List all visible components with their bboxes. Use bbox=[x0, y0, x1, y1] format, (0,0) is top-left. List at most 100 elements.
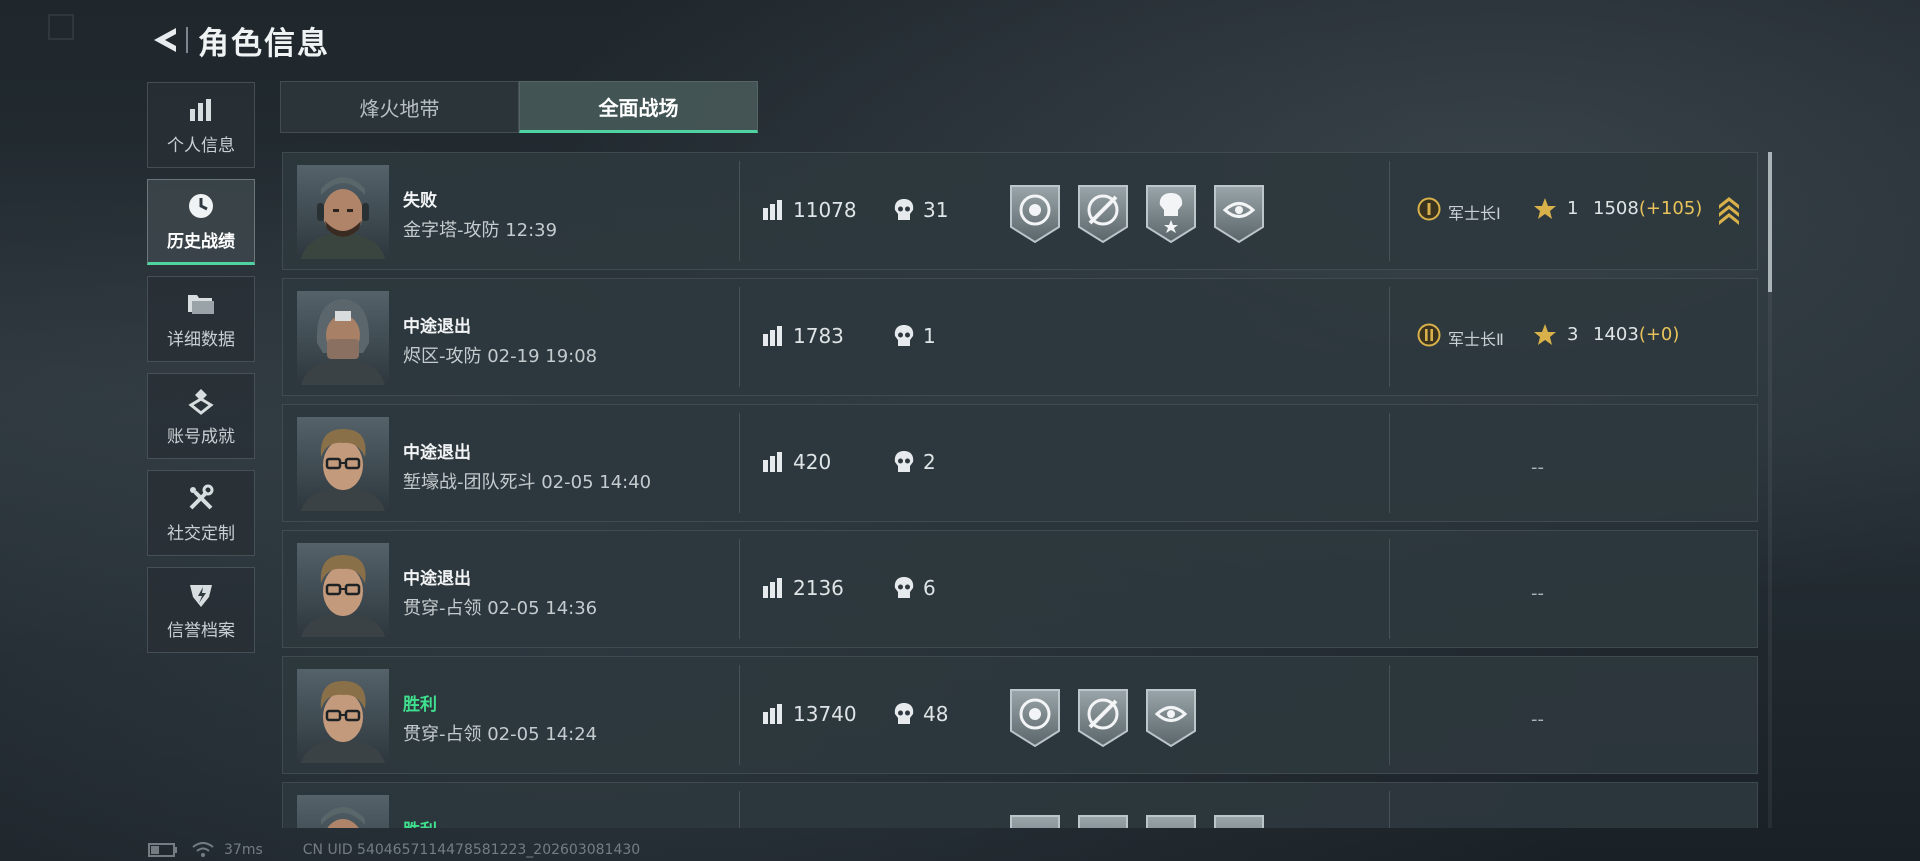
match-row[interactable]: 中途退出 烬区-攻防 02-19 19:08 1783 1 军士长Ⅱ 3 140… bbox=[282, 278, 1758, 396]
match-map-time: 金字塔-攻防 12:39 bbox=[403, 220, 558, 241]
masked-soldier-avatar-icon bbox=[297, 291, 389, 385]
match-result: 胜利 bbox=[403, 816, 437, 828]
soldier-headset-avatar-icon bbox=[297, 795, 389, 828]
medal-list bbox=[1008, 813, 1280, 828]
rank-empty-placeholder: -- bbox=[1531, 583, 1544, 604]
row-divider bbox=[1389, 287, 1390, 387]
target-skull-medal-icon bbox=[1010, 689, 1060, 748]
skull-icon bbox=[894, 703, 914, 724]
soldier-headset-avatar-icon bbox=[297, 165, 389, 259]
row-divider bbox=[1389, 413, 1390, 513]
match-result: 失败 bbox=[403, 191, 437, 211]
wifi-icon bbox=[192, 842, 214, 857]
kill-count: 2 bbox=[923, 450, 936, 474]
kill-count: 31 bbox=[923, 198, 949, 222]
score-value: 420 bbox=[793, 450, 832, 474]
glasses-soldier-avatar-icon bbox=[297, 669, 389, 763]
star-icon bbox=[1534, 198, 1556, 219]
match-row[interactable]: 胜利 bbox=[282, 782, 1758, 828]
sidebar-item-label: 账号成就 bbox=[167, 426, 235, 447]
rating-value: 1508 bbox=[1593, 198, 1639, 219]
score-icon bbox=[763, 326, 782, 346]
medal-list bbox=[1008, 687, 1212, 749]
skull-star-medal-icon bbox=[1146, 185, 1196, 244]
sidebar-item-reputation[interactable]: 信誉档案 bbox=[147, 567, 255, 653]
row-divider bbox=[1389, 539, 1390, 639]
match-row[interactable]: 胜利 贯穿-占领 02-05 14:24 13740 48 -- bbox=[282, 656, 1758, 774]
skull-icon bbox=[894, 199, 914, 220]
match-map-time: 烬区-攻防 02-19 19:08 bbox=[403, 346, 598, 367]
star-icon bbox=[1534, 324, 1556, 345]
row-divider bbox=[1389, 791, 1390, 828]
avatar bbox=[297, 669, 389, 763]
match-history-list: 失败 金字塔-攻防 12:39 11078 31 军士长Ⅰ 1 1508(+10… bbox=[282, 152, 1758, 828]
skull-star-medal-icon bbox=[1146, 815, 1196, 828]
bar-chart-icon bbox=[190, 98, 211, 121]
glasses-soldier-avatar-icon bbox=[297, 417, 389, 511]
back-arrow-icon bbox=[154, 28, 176, 52]
rank-two-icon bbox=[1417, 323, 1441, 347]
sidebar-item-history[interactable]: 历史战绩 bbox=[147, 179, 255, 265]
list-scrollbar[interactable] bbox=[1768, 152, 1772, 828]
match-row[interactable]: 中途退出 贯穿-占领 02-05 14:36 2136 6 -- bbox=[282, 530, 1758, 648]
match-map-time: 贯穿-占领 02-05 14:36 bbox=[403, 598, 598, 619]
sidebar-item-personal-info[interactable]: 个人信息 bbox=[147, 82, 255, 168]
avatar bbox=[297, 417, 389, 511]
clock-icon bbox=[189, 193, 213, 218]
match-map-time: 堑壕战-团队死斗 02-05 14:40 bbox=[403, 472, 652, 493]
rank-up-chevron-icon bbox=[1719, 197, 1739, 225]
sidebar-item-label: 详细数据 bbox=[167, 329, 235, 350]
sidebar-item-social[interactable]: 社交定制 bbox=[147, 470, 255, 556]
row-divider bbox=[1389, 665, 1390, 765]
target-skull-medal-icon bbox=[1010, 185, 1060, 244]
rank-name: 军士长Ⅱ bbox=[1448, 330, 1504, 349]
folder-icon bbox=[188, 294, 214, 314]
rating-value: 1403 bbox=[1593, 324, 1639, 345]
rating-delta: (+105) bbox=[1638, 198, 1703, 219]
skull-icon bbox=[894, 325, 914, 346]
tab-hazard-zone[interactable]: 烽火地带 bbox=[280, 81, 519, 133]
match-result: 中途退出 bbox=[403, 443, 471, 463]
sidebar-item-achievements[interactable]: 账号成就 bbox=[147, 373, 255, 459]
rank-empty-placeholder: -- bbox=[1531, 457, 1544, 478]
score-value: 1783 bbox=[793, 324, 844, 348]
target-skull-medal-icon bbox=[1010, 815, 1060, 828]
avatar bbox=[297, 165, 389, 259]
crosshair-rifle-medal-icon bbox=[1078, 689, 1128, 748]
achievement-icon bbox=[188, 388, 214, 415]
row-divider bbox=[1389, 161, 1390, 261]
row-divider bbox=[739, 287, 740, 387]
score-icon bbox=[763, 578, 782, 598]
skull-icon bbox=[894, 451, 914, 472]
glasses-soldier-avatar-icon bbox=[297, 543, 389, 637]
score-value: 13740 bbox=[793, 702, 857, 726]
sidebar-item-label: 个人信息 bbox=[167, 135, 235, 156]
sidebar-item-detailed-data[interactable]: 详细数据 bbox=[147, 276, 255, 362]
sidebar-item-label: 历史战绩 bbox=[167, 231, 235, 252]
kill-count: 1 bbox=[923, 324, 936, 348]
row-divider bbox=[739, 665, 740, 765]
sidebar-item-label: 信誉档案 bbox=[167, 620, 235, 641]
crosshair-rifle-medal-icon bbox=[1078, 185, 1128, 244]
back-button[interactable] bbox=[148, 20, 182, 60]
uid-text: CN UID 5404657114478581223_202603081430 bbox=[302, 842, 641, 858]
match-row[interactable]: 中途退出 堑壕战-团队死斗 02-05 14:40 420 2 -- bbox=[282, 404, 1758, 522]
rank-rating: 1403(+0) bbox=[1593, 324, 1679, 345]
score-icon bbox=[763, 452, 782, 472]
tab-all-out-warfare[interactable]: 全面战场 bbox=[519, 81, 758, 133]
page-title: 角色信息 bbox=[198, 25, 330, 62]
match-result: 胜利 bbox=[403, 695, 437, 715]
score-value: 11078 bbox=[793, 198, 857, 222]
row-divider bbox=[739, 539, 740, 639]
kill-count: 6 bbox=[923, 576, 936, 600]
page-header: 角色信息 bbox=[148, 18, 330, 62]
rank-rating: 1508(+105) bbox=[1593, 198, 1702, 219]
match-map-time: 贯穿-占领 02-05 14:24 bbox=[403, 724, 598, 745]
scrollbar-thumb[interactable] bbox=[1768, 152, 1772, 292]
rank-empty-placeholder: -- bbox=[1531, 709, 1544, 730]
score-value: 2136 bbox=[793, 576, 844, 600]
match-row[interactable]: 失败 金字塔-攻防 12:39 11078 31 军士长Ⅰ 1 1508(+10… bbox=[282, 152, 1758, 270]
match-result: 中途退出 bbox=[403, 317, 471, 337]
score-icon bbox=[763, 200, 782, 220]
status-footer: 37ms CN UID 5404657114478581223_20260308… bbox=[148, 840, 640, 860]
